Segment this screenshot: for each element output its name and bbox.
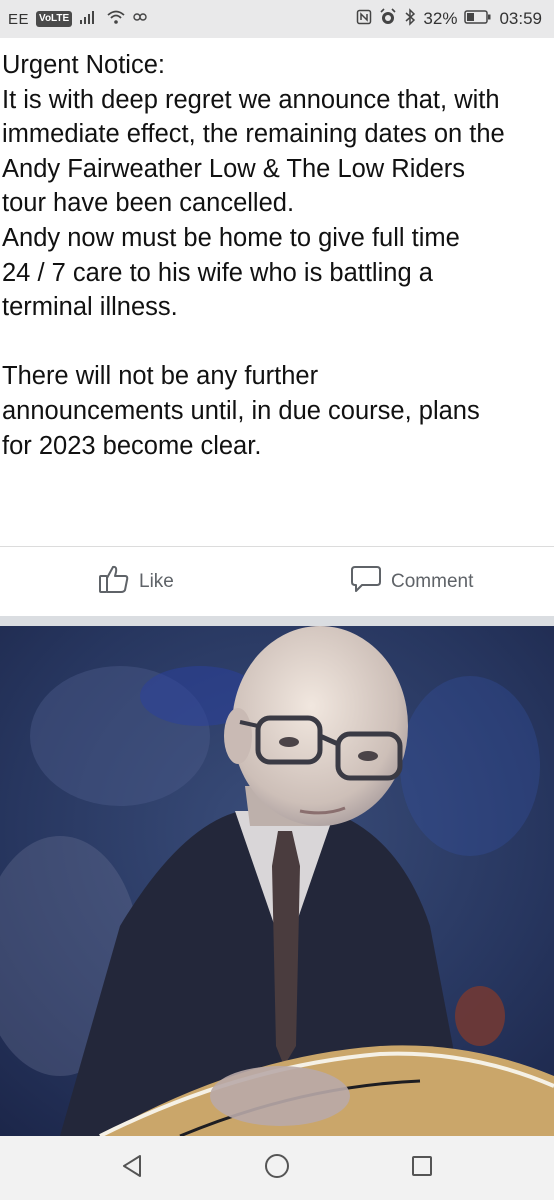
- thumbs-up-icon: [98, 564, 130, 600]
- portrait-illustration: [0, 626, 554, 1136]
- divider: [0, 546, 554, 547]
- comment-icon: [350, 564, 382, 600]
- home-circle-icon: [263, 1152, 291, 1185]
- signal-icon: [79, 9, 99, 29]
- nfc-icon: [356, 9, 372, 30]
- status-right: 32% 03:59: [356, 7, 542, 31]
- comment-label: Comment: [391, 571, 474, 592]
- back-button[interactable]: [112, 1148, 152, 1188]
- post-text: Urgent Notice: It is with deep regret we…: [2, 51, 505, 460]
- back-triangle-icon: [120, 1153, 144, 1184]
- clock: 03:59: [499, 9, 542, 28]
- like-label: Like: [139, 571, 174, 592]
- carrier-name: EE: [8, 10, 30, 28]
- recents-square-icon: [410, 1154, 434, 1183]
- volte-badge: VoLTE: [36, 11, 73, 27]
- comment-button[interactable]: Comment: [350, 548, 473, 616]
- status-bar: EE VoLTE 32% 03:59: [0, 0, 554, 38]
- data-icon: [133, 9, 147, 29]
- bluetooth-icon: [404, 7, 416, 31]
- section-separator: [0, 616, 554, 626]
- alarm-icon: [379, 7, 397, 31]
- status-left: EE VoLTE: [8, 9, 147, 30]
- navigation-bar: [0, 1136, 554, 1200]
- battery-percent: 32%: [423, 9, 458, 28]
- post-photo[interactable]: [0, 626, 554, 1136]
- recents-button[interactable]: [402, 1148, 442, 1188]
- home-button[interactable]: [257, 1148, 297, 1188]
- like-button[interactable]: Like: [98, 548, 174, 616]
- battery-icon: [464, 9, 492, 30]
- post-actions: Like Comment: [0, 548, 554, 616]
- wifi-icon: [106, 9, 126, 30]
